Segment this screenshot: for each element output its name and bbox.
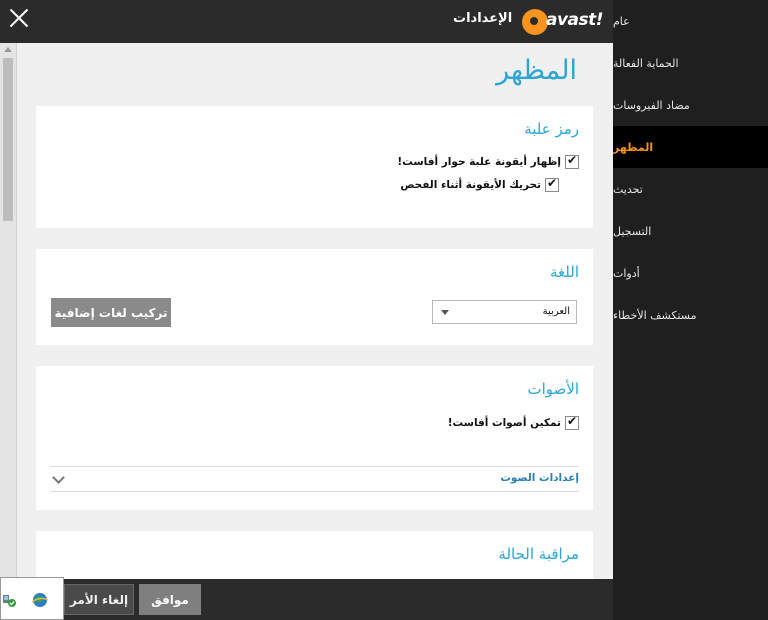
checkbox[interactable] — [545, 176, 559, 192]
sound-settings-row[interactable]: إعدادات الصوت — [50, 466, 579, 492]
sidebar-item-label: أدوات — [613, 266, 640, 280]
window-title: الإعدادات — [453, 11, 513, 26]
option-label: تمكين أصوات أفاست! — [447, 417, 561, 429]
chevron-down-icon[interactable] — [52, 471, 65, 484]
close-icon[interactable] — [8, 7, 30, 29]
selected-language: العربية — [542, 306, 570, 317]
sidebar-item-label: مضاد الفيروسات — [613, 98, 690, 112]
footer: موافق إلغاء الأمر — [0, 579, 613, 620]
sound-settings-label: إعدادات الصوت — [500, 472, 579, 484]
language-select[interactable]: العربية — [432, 300, 577, 324]
logo-text: avast! — [546, 10, 604, 30]
system-tray — [0, 577, 64, 620]
header: الإعدادات avast! — [0, 0, 613, 43]
avast-logo: avast! — [522, 6, 607, 38]
sidebar-item-label: التسجيل — [613, 224, 652, 238]
avast-ball-icon — [522, 9, 548, 35]
sidebar-item-active-protection[interactable]: الحماية الفعالة — [613, 42, 768, 84]
vertical-scrollbar[interactable] — [0, 43, 17, 579]
chevron-down-icon — [441, 310, 449, 315]
sidebar-item-label: عام — [613, 14, 630, 28]
checkbox[interactable] — [565, 153, 579, 169]
option-label: إظهار أيقونة علبة حوار أفاست! — [397, 156, 561, 168]
sidebar-item-troubleshooting[interactable]: مستكشف الأخطاء — [613, 294, 768, 336]
install-languages-button[interactable]: تركيب لغات إضافية — [51, 298, 171, 327]
ok-button[interactable]: موافق — [139, 584, 201, 615]
settings-window: عام الحماية الفعالة مضاد الفيروسات المظه… — [0, 0, 768, 620]
scroll-thumb[interactable] — [3, 58, 13, 221]
sidebar-item-appearance[interactable]: المظهر — [613, 126, 768, 168]
status-monitor-card: مراقبة الحالة — [36, 531, 593, 579]
checkbox[interactable] — [565, 414, 579, 430]
sidebar-item-antivirus[interactable]: مضاد الفيروسات — [613, 84, 768, 126]
section-title: اللغة — [550, 263, 579, 281]
section-title: مراقبة الحالة — [498, 545, 579, 563]
sidebar-item-registration[interactable]: التسجيل — [613, 210, 768, 252]
cancel-button[interactable]: إلغاء الأمر — [64, 584, 134, 615]
sidebar-item-label: المظهر — [613, 140, 654, 154]
option-label: تحريك الأيقونة أثناء الفحص — [400, 179, 541, 191]
sidebar-item-label: مستكشف الأخطاء — [613, 308, 697, 322]
sidebar-item-general[interactable]: عام — [613, 0, 768, 42]
page-title: المظهر — [496, 55, 577, 86]
sidebar-item-label: تحديث — [613, 182, 643, 196]
sidebar-item-update[interactable]: تحديث — [613, 168, 768, 210]
globe-icon[interactable] — [31, 591, 49, 609]
section-title: الأصوات — [527, 380, 580, 398]
sidebar-item-tools[interactable]: أدوات — [613, 252, 768, 294]
sidebar-item-label: الحماية الفعالة — [613, 56, 679, 70]
sounds-card: الأصوات تمكين أصوات أفاست! إعدادات الصوت — [36, 366, 593, 510]
show-tray-icon-option[interactable]: إظهار أيقونة علبة حوار أفاست! — [397, 153, 579, 169]
section-title: رمز علبة — [524, 120, 579, 138]
scroll-up-arrow-icon[interactable] — [4, 47, 12, 52]
network-icon[interactable] — [2, 593, 16, 607]
animate-icon-option[interactable]: تحريك الأيقونة أثناء الفحص — [400, 176, 559, 192]
sidebar: عام الحماية الفعالة مضاد الفيروسات المظه… — [613, 0, 768, 620]
content-area: المظهر رمز علبة إظهار أيقونة علبة حوار أ… — [0, 43, 613, 579]
enable-sounds-option[interactable]: تمكين أصوات أفاست! — [447, 414, 579, 430]
tray-icon-card: رمز علبة إظهار أيقونة علبة حوار أفاست! ت… — [36, 106, 593, 228]
language-card: اللغة العربية تركيب لغات إضافية — [36, 249, 593, 345]
